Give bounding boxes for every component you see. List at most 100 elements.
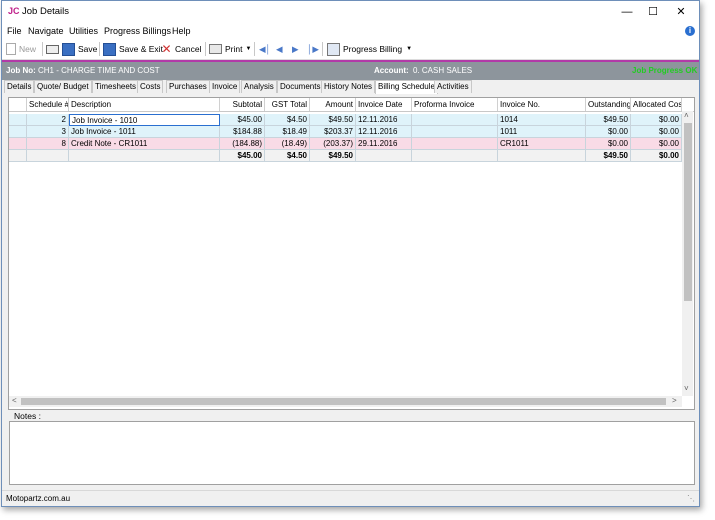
cell-gst[interactable]: $18.49: [265, 126, 310, 138]
total-allocated: $0.00: [631, 150, 682, 162]
total-description-blank: [69, 150, 220, 162]
tab-documents[interactable]: Documents: [277, 80, 324, 93]
info-icon[interactable]: i: [685, 26, 695, 36]
scroll-left-icon[interactable]: <: [12, 396, 17, 405]
cell-schedule[interactable]: 2: [27, 114, 69, 126]
cell-schedule[interactable]: 8: [27, 138, 69, 150]
cell-subtotal[interactable]: $184.88: [220, 126, 265, 138]
vertical-scrollbar[interactable]: ˄ ˅: [682, 111, 693, 396]
toolbar: New Save Save & Exit ✕ Cancel Print ▼ ◀│…: [2, 39, 699, 60]
cell-allocated[interactable]: $0.00: [631, 114, 682, 126]
resize-grip-icon[interactable]: ⋱: [687, 494, 695, 503]
cell-subtotal[interactable]: (184.88): [220, 138, 265, 150]
table-row[interactable]: 2 Job Invoice - 1010 $45.00 $4.50 $49.50…: [9, 114, 682, 126]
app-logo: JC: [8, 6, 20, 16]
maximize-button[interactable]: ☐: [639, 3, 667, 21]
col-proforma-invoice[interactable]: Proforma Invoice: [412, 98, 498, 111]
cell-outstanding[interactable]: $49.50: [586, 114, 631, 126]
status-company: Motopartz.com.au: [6, 494, 71, 503]
cell-schedule[interactable]: 3: [27, 126, 69, 138]
col-invoice-date[interactable]: Invoice Date: [356, 98, 412, 111]
cell-subtotal[interactable]: $45.00: [220, 114, 265, 126]
menu-file[interactable]: File: [7, 26, 22, 36]
cell-invoice-date[interactable]: 12.11.2016: [356, 114, 412, 126]
scroll-right-icon[interactable]: >: [672, 396, 677, 405]
keyboard-button[interactable]: [46, 42, 62, 56]
cell-invoice-date[interactable]: 29.11.2016: [356, 138, 412, 150]
tab-strip: Details Quote/ Budget Timesheets Costs P…: [2, 80, 699, 94]
cancel-button[interactable]: ✕ Cancel: [161, 42, 201, 56]
menu-help[interactable]: Help: [172, 26, 191, 36]
cell-gst[interactable]: $4.50: [265, 114, 310, 126]
col-subtotal[interactable]: Subtotal: [220, 98, 265, 111]
cell-invoice-date[interactable]: 12.11.2016: [356, 126, 412, 138]
horizontal-scroll-thumb[interactable]: [21, 398, 666, 405]
tab-history-notes[interactable]: History Notes: [321, 80, 376, 93]
save-exit-icon: [103, 42, 116, 56]
cell-invoice-no[interactable]: 1014: [498, 114, 586, 126]
job-details-window: JC Job Details — ☐ ✕ File Navigate Utili…: [1, 0, 700, 507]
cell-proforma[interactable]: [412, 126, 498, 138]
previous-record-button[interactable]: ◀: [276, 42, 283, 56]
print-button[interactable]: Print ▼: [209, 42, 251, 56]
progress-billing-button[interactable]: Progress Billing ▼: [327, 42, 412, 56]
tab-costs[interactable]: Costs: [137, 80, 164, 93]
menu-progress-billings[interactable]: Progress Billings: [104, 26, 171, 36]
cell-proforma[interactable]: [412, 138, 498, 150]
row-indicator-header: [9, 98, 27, 111]
horizontal-scrollbar[interactable]: < >: [9, 396, 682, 407]
tab-analysis[interactable]: Analysis: [241, 80, 277, 93]
totals-row: $45.00 $4.50 $49.50 $49.50 $0.00: [9, 150, 682, 162]
chevron-down-icon: ▼: [406, 46, 413, 52]
job-progress-status: Job Progress OK: [632, 66, 698, 75]
col-allocated-costs[interactable]: Allocated Costs: [631, 98, 682, 111]
cell-outstanding[interactable]: $0.00: [586, 126, 631, 138]
col-schedule[interactable]: Schedule #: [27, 98, 69, 111]
cell-allocated[interactable]: $0.00: [631, 126, 682, 138]
menu-navigate[interactable]: Navigate: [28, 26, 64, 36]
tab-details[interactable]: Details: [4, 80, 35, 93]
col-outstanding[interactable]: Outstanding: [586, 98, 631, 111]
table-row[interactable]: 8 Credit Note - CR1011 (184.88) (18.49) …: [9, 138, 682, 150]
tab-quote-budget[interactable]: Quote/ Budget: [34, 80, 92, 93]
billing-schedule-grid[interactable]: Schedule # Description Subtotal GST Tota…: [8, 97, 695, 410]
save-button[interactable]: Save: [62, 42, 97, 56]
cell-description[interactable]: Credit Note - CR1011: [69, 138, 220, 150]
cell-description[interactable]: Job Invoice - 1011: [69, 126, 220, 138]
vertical-scroll-thumb[interactable]: [684, 123, 692, 301]
tab-billing-schedule[interactable]: Billing Schedule: [375, 80, 438, 94]
cell-invoice-no[interactable]: 1011: [498, 126, 586, 138]
col-description[interactable]: Description: [69, 98, 220, 111]
minimize-button[interactable]: —: [613, 3, 641, 21]
cell-amount[interactable]: (203.37): [310, 138, 356, 150]
total-subtotal: $45.00: [220, 150, 265, 162]
first-record-button[interactable]: ◀│: [259, 42, 271, 56]
total-invoice-no-blank: [498, 150, 586, 162]
cell-amount[interactable]: $203.37: [310, 126, 356, 138]
cell-allocated[interactable]: $0.00: [631, 138, 682, 150]
tab-invoice[interactable]: Invoice: [209, 80, 241, 93]
menu-utilities[interactable]: Utilities: [69, 26, 98, 36]
next-record-button[interactable]: ▶: [292, 42, 299, 56]
cell-proforma[interactable]: [412, 114, 498, 126]
last-record-button[interactable]: │▶: [307, 42, 319, 56]
col-amount[interactable]: Amount: [310, 98, 356, 111]
account-value: 0. CASH SALES: [413, 66, 473, 75]
cell-outstanding[interactable]: $0.00: [586, 138, 631, 150]
new-button[interactable]: New: [6, 42, 36, 56]
cell-amount[interactable]: $49.50: [310, 114, 356, 126]
cell-gst[interactable]: (18.49): [265, 138, 310, 150]
notes-textarea[interactable]: [9, 421, 695, 485]
scroll-up-icon[interactable]: ˄: [684, 111, 689, 120]
col-invoice-no[interactable]: Invoice No.: [498, 98, 586, 111]
tab-activities[interactable]: Activities: [434, 80, 472, 93]
save-exit-button[interactable]: Save & Exit: [103, 42, 163, 56]
cell-invoice-no[interactable]: CR1011: [498, 138, 586, 150]
scroll-down-icon[interactable]: ˅: [684, 384, 689, 393]
cell-description[interactable]: Job Invoice - 1010: [69, 114, 220, 126]
close-button[interactable]: ✕: [667, 3, 695, 21]
tab-timesheets[interactable]: Timesheets: [92, 80, 140, 93]
table-row[interactable]: 3 Job Invoice - 1011 $184.88 $18.49 $203…: [9, 126, 682, 138]
col-gst-total[interactable]: GST Total: [265, 98, 310, 111]
tab-purchases[interactable]: Purchases: [166, 80, 210, 93]
